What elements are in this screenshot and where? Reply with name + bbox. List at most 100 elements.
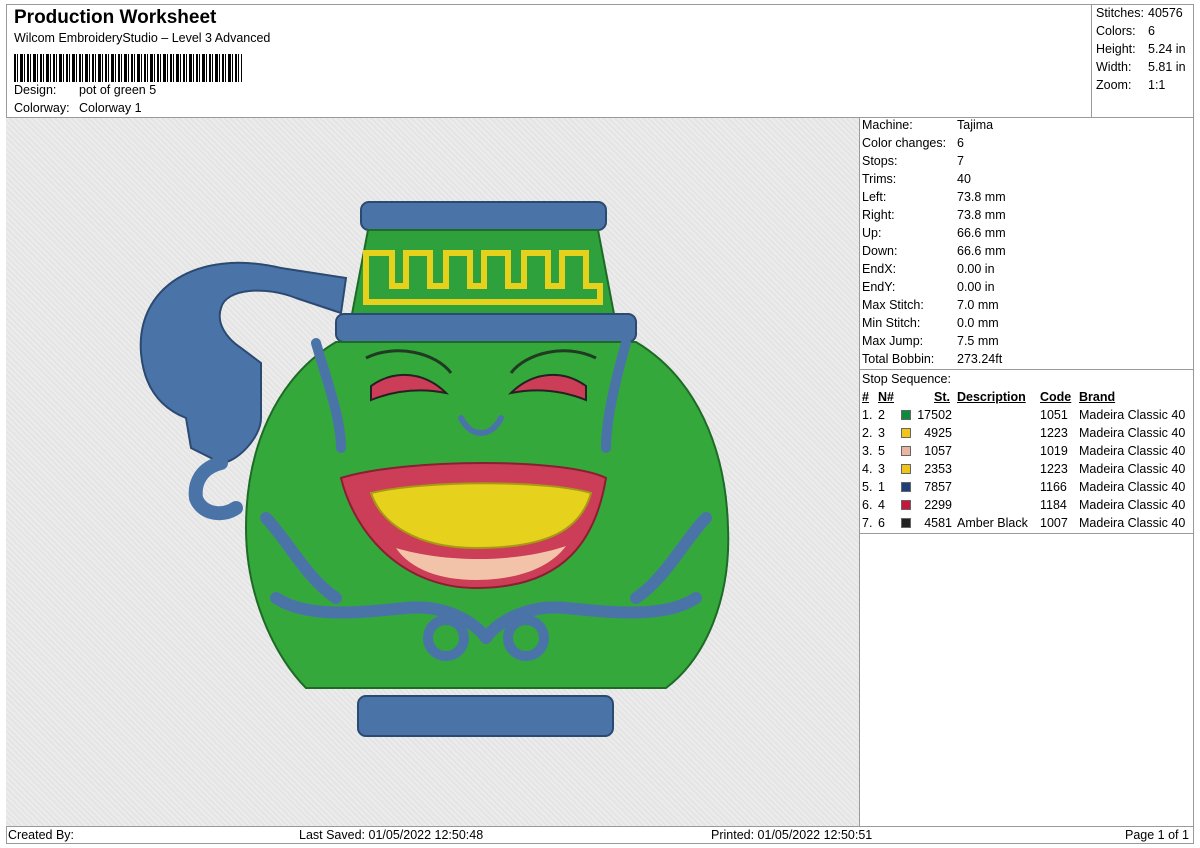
machine-info: Machine: Tajima Color changes: 6 Stops: 7 T…: [860, 118, 1194, 370]
info-value: 0.0 mm: [957, 316, 999, 330]
zoom-row: Zoom: 1:1: [1096, 78, 1165, 92]
worksheet-footer: Created By: Last Saved: 01/05/2022 12:50…: [6, 826, 1194, 844]
thread-color-swatch: [901, 482, 911, 492]
info-value: 273.24ft: [957, 352, 1003, 366]
col-header-description: Description: [957, 390, 1026, 404]
stop-cell-st: 4581: [924, 516, 952, 530]
colors-label: Colors:: [1096, 24, 1136, 38]
stop-cell-desc: Amber Black: [957, 516, 1028, 530]
last-saved: Last Saved: 01/05/2022 12:50:48: [299, 828, 484, 842]
stop-cell-code: 1184: [1040, 498, 1067, 512]
design-row: Design:: [14, 83, 56, 97]
info-label: Trims:: [862, 172, 897, 186]
worksheet-header: Production Worksheet Wilcom EmbroiderySt…: [6, 4, 1092, 118]
stop-cell-code: 1223: [1040, 462, 1068, 476]
info-row: Machine: Tajima: [862, 118, 993, 136]
design-preview: [6, 118, 860, 826]
info-label: Left:: [862, 190, 887, 204]
pot-of-greed-embroidery-image: [139, 201, 730, 737]
thread-color-swatch: [901, 464, 911, 474]
info-row: Stops: 7: [862, 154, 964, 172]
stop-cell-num: 3.: [862, 444, 873, 458]
height-label: Height:: [1096, 42, 1136, 56]
zoom-label: Zoom:: [1096, 78, 1132, 92]
stop-cell-brand: Madeira Classic 40: [1079, 498, 1186, 512]
thread-color-swatch: [901, 446, 911, 456]
created-by: Created By:: [8, 828, 75, 842]
stop-cell-num: 1.: [862, 408, 873, 422]
stop-cell-num: 5.: [862, 480, 873, 494]
info-row: Up: 66.6 mm: [862, 226, 1006, 244]
thread-color-swatch: [901, 428, 911, 438]
stop-cell-st: 7857: [924, 480, 952, 494]
width-value: 5.81 in: [1148, 60, 1186, 74]
info-row: Total Bobbin: 273.24ft: [862, 352, 1002, 370]
printed-date: Printed: 01/05/2022 12:50:51: [711, 828, 873, 842]
col-header-brand: Brand: [1079, 390, 1116, 404]
info-value: 7.0 mm: [957, 298, 999, 312]
height-value: 5.24 in: [1148, 42, 1186, 56]
info-value: Tajima: [957, 118, 994, 132]
info-row: EndY: 0.00 in: [862, 280, 995, 298]
info-value: 0.00 in: [957, 280, 995, 294]
colorway-value: Colorway 1: [79, 101, 142, 115]
col-header-code: Code: [1040, 390, 1072, 404]
info-label: Right:: [862, 208, 895, 222]
stop-cell-brand: Madeira Classic 40: [1079, 480, 1186, 494]
stop-cell-code: 1223: [1040, 426, 1068, 440]
stop-cell-st: 4925: [924, 426, 952, 440]
zoom-value: 1:1: [1148, 78, 1166, 92]
info-label: EndY:: [862, 280, 896, 294]
stitches-row: Stitches: 40576: [1096, 6, 1183, 20]
col-header-num: #: [862, 390, 869, 404]
stop-sequence: Stop Sequence: # N# St. Description Code…: [860, 370, 1194, 534]
stop-cell-code: 1051: [1040, 408, 1068, 422]
info-row: Max Stitch: 7.0 mm: [862, 298, 999, 316]
stop-cell-n: 6: [878, 516, 885, 530]
page-title: Production Worksheet: [14, 7, 217, 28]
info-row: Trims: 40: [862, 172, 971, 190]
stop-cell-n: 2: [878, 408, 885, 422]
stop-cell-n: 3: [878, 426, 885, 440]
design-label: Design:: [14, 83, 57, 97]
stop-cell-brand: Madeira Classic 40: [1079, 462, 1186, 476]
stop-cell-num: 6.: [862, 498, 873, 512]
stop-cell-n: 5: [878, 444, 885, 458]
thread-color-swatch: [901, 410, 911, 420]
info-row: Min Stitch: 0.0 mm: [862, 316, 999, 334]
stop-cell-st: 17502: [917, 408, 952, 422]
stop-cell-n: 1: [878, 480, 885, 494]
info-value: 40: [957, 172, 971, 186]
info-label: Up:: [862, 226, 882, 240]
design-summary: Stitches: 40576 Colors: 6 Height: 5.24 in W…: [1092, 4, 1194, 118]
stop-cell-num: 2.: [862, 426, 873, 440]
info-label: Stops:: [862, 154, 898, 168]
info-row: Left: 73.8 mm: [862, 190, 1006, 208]
stop-cell-st: 2299: [924, 498, 952, 512]
thread-color-swatch: [901, 518, 911, 528]
width-row: Width: 5.81 in: [1096, 60, 1186, 74]
stop-cell-brand: Madeira Classic 40: [1079, 426, 1186, 440]
col-header-needle: N#: [878, 390, 894, 404]
height-row: Height: 5.24 in: [1096, 42, 1186, 56]
info-value: 73.8 mm: [957, 208, 1006, 222]
info-label: EndX:: [862, 262, 897, 276]
stop-cell-brand: Madeira Classic 40: [1079, 516, 1186, 530]
colorway-row: Colorway:: [14, 101, 70, 115]
info-value: 6: [957, 136, 964, 150]
stop-cell-code: 1007: [1040, 516, 1068, 530]
stop-cell-num: 4.: [862, 462, 873, 476]
info-value: 73.8 mm: [957, 190, 1006, 204]
info-label: Color changes:: [862, 136, 947, 150]
info-label: Machine:: [862, 118, 913, 132]
design-value: pot of green 5: [79, 83, 157, 97]
width-label: Width:: [1096, 60, 1132, 74]
info-row: Right: 73.8 mm: [862, 208, 1006, 226]
stop-cell-code: 1166: [1040, 480, 1067, 494]
info-label: Max Stitch:: [862, 298, 924, 312]
thread-color-swatch: [901, 500, 911, 510]
stop-cell-n: 3: [878, 462, 885, 476]
info-row: Color changes: 6: [862, 136, 964, 154]
stop-cell-st: 1057: [924, 444, 952, 458]
page-number: Page 1 of 1: [1125, 828, 1189, 842]
